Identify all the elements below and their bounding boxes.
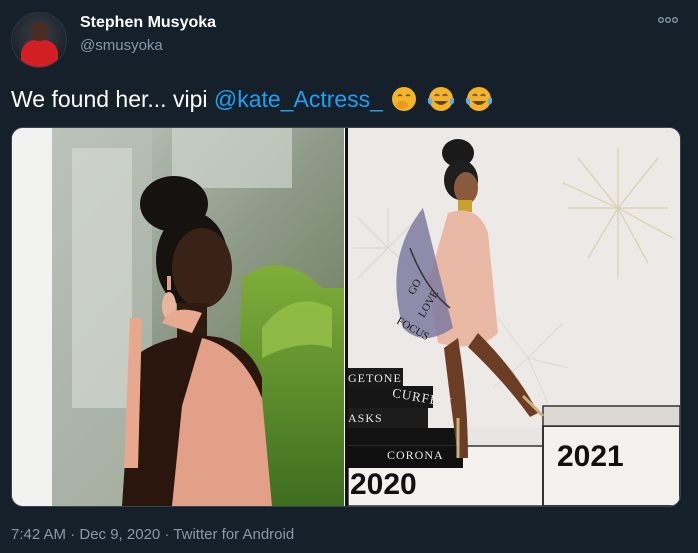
face-with-tears-of-joy-emoji-icon	[427, 87, 454, 111]
tweet-text-body: We found her... vipi	[11, 86, 214, 112]
avatar[interactable]	[11, 12, 67, 68]
handle[interactable]: @smusyoka	[80, 37, 163, 54]
face-with-tears-of-joy-emoji-icon	[465, 87, 493, 111]
display-name[interactable]: Stephen Musyoka	[80, 14, 216, 32]
tweet-timestamp[interactable]: 7:42 AM · Dec 9, 2020 · Twitter for Andr…	[11, 526, 294, 543]
avatar-shirt	[21, 40, 58, 67]
tweet-media[interactable]: GETONE CURFEW ASKS CORONA 2020 2021 GO L…	[11, 127, 681, 507]
tweet-card: Stephen Musyoka @smusyoka We found her..…	[0, 0, 698, 553]
avatar-head	[31, 22, 48, 41]
year-label-2021: 2021	[557, 440, 624, 473]
woman-photo	[12, 128, 344, 506]
more-options-icon[interactable]	[656, 12, 680, 28]
stair-label-getone: GETONE	[348, 371, 402, 385]
year-label-2020: 2020	[350, 468, 417, 501]
face-with-hand-over-mouth-emoji-icon	[392, 87, 417, 111]
mention-link[interactable]: @kate_Actress_	[214, 86, 383, 112]
stair-label-corona: CORONA	[387, 448, 444, 462]
stair-label-asks: ASKS	[348, 411, 383, 425]
tweet-text: We found her... vipi @kate_Actress_	[11, 86, 494, 113]
